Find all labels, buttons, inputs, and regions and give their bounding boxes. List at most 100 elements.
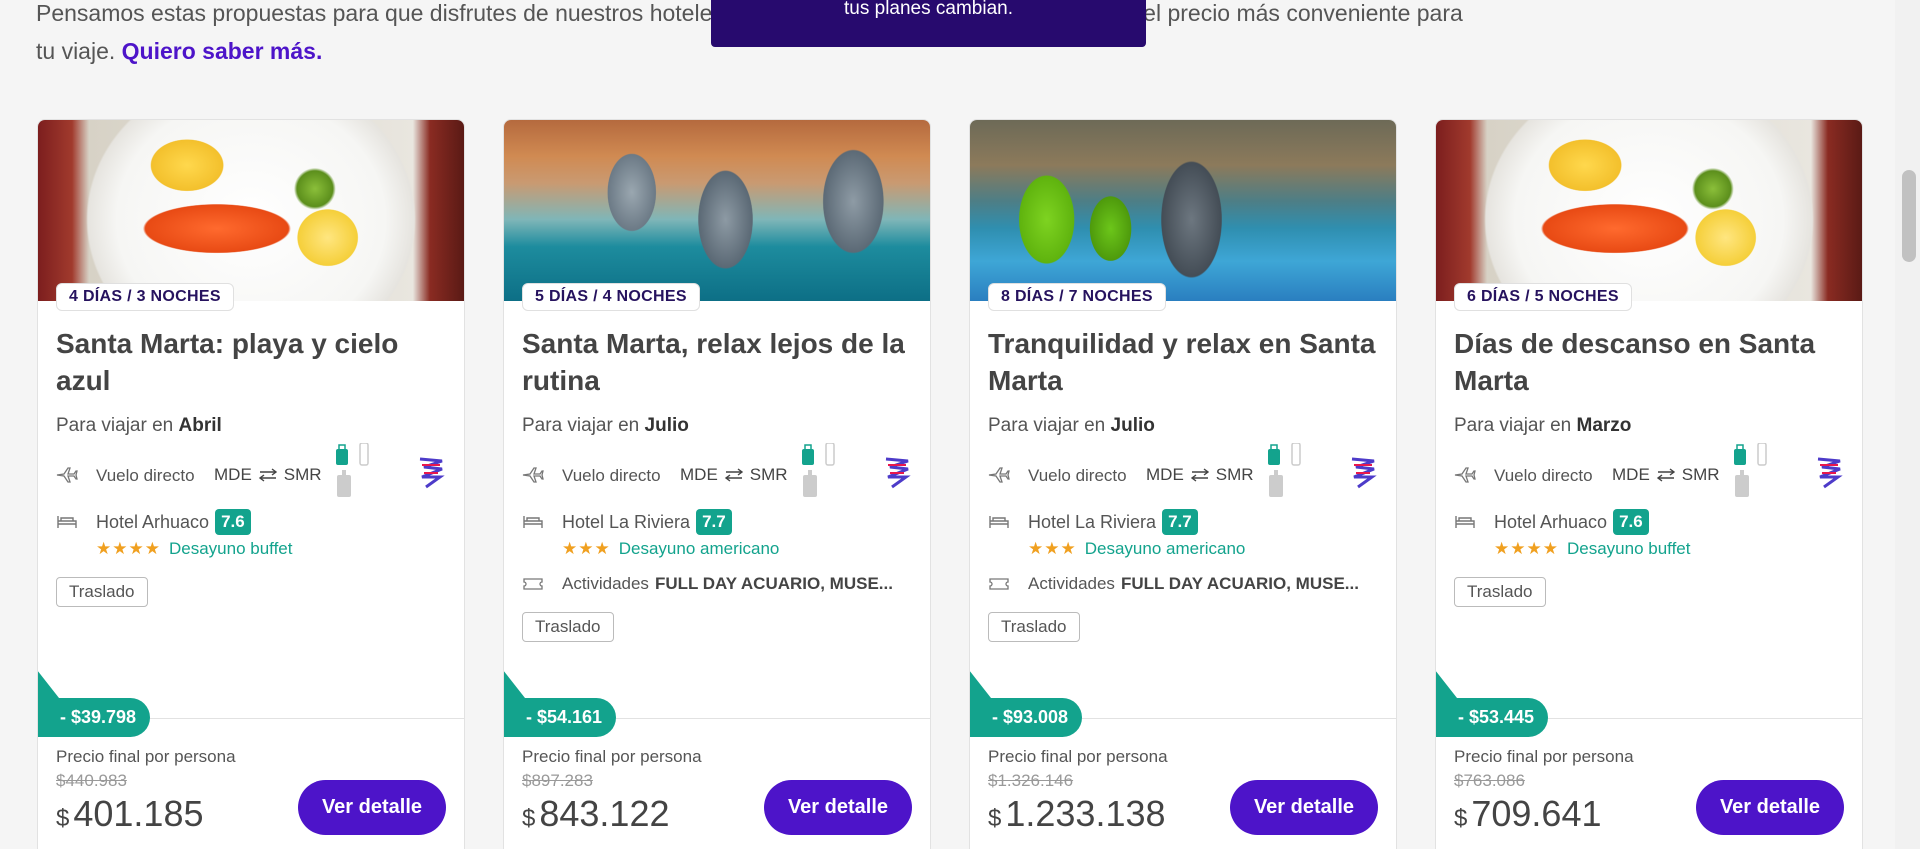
view-detail-button[interactable]: Ver detalle: [1229, 780, 1378, 835]
transfer-tag: Traslado: [1454, 577, 1546, 607]
view-detail-button[interactable]: Ver detalle: [1695, 780, 1844, 835]
price-section: - $39.798 Precio final por persona $440.…: [38, 670, 464, 835]
price-section: - $93.008 Precio final por persona $1.32…: [970, 670, 1396, 835]
travel-month: Para viajar en Abril: [56, 415, 222, 436]
airline-logo-icon: [882, 455, 912, 491]
transfer-tag: Traslado: [522, 612, 614, 642]
package-image: [970, 120, 1396, 301]
meal-plan: Desayuno americano: [618, 539, 780, 558]
price-label: Precio final por persona: [522, 747, 702, 766]
price-section: - $54.161 Precio final por persona $897.…: [504, 670, 930, 835]
view-detail-button[interactable]: Ver detalle: [297, 780, 446, 835]
luggage-icon: [1732, 443, 1772, 499]
package-title[interactable]: Tranquilidad y relax en Santa Marta: [988, 325, 1378, 399]
hotel-row: Hotel La Riviera 7.7: [522, 509, 912, 535]
package-card[interactable]: 5 DÍAS / 4 NOCHES Santa Marta, relax lej…: [503, 119, 931, 849]
hotel-name: Hotel Arhuaco: [96, 511, 210, 532]
hotel-name: Hotel Arhuaco: [1494, 511, 1608, 532]
star-rating: ★★★: [1028, 539, 1077, 558]
hotel-rating: 7.6: [215, 509, 251, 535]
activities-list: FULL DAY ACUARIO, MUSE...: [654, 574, 893, 593]
hotel-rating: 7.7: [696, 509, 732, 535]
meal-row: ★★★★ Desayuno buffet: [1494, 539, 1844, 559]
package-title[interactable]: Santa Marta, relax lejos de la rutina: [522, 325, 912, 399]
luggage-icon: [334, 443, 374, 499]
flight-type: Vuelo directo: [1494, 465, 1593, 485]
travel-month: Para viajar en Julio: [522, 415, 689, 436]
price-label: Precio final por persona: [1454, 747, 1634, 766]
hotel-row: Hotel Arhuaco 7.6: [56, 509, 446, 535]
airline-logo-icon: [1348, 455, 1378, 491]
activities-row: Actividades FULL DAY ACUARIO, MUSE...: [522, 574, 912, 594]
package-card[interactable]: 8 DÍAS / 7 NOCHES Tranquilidad y relax e…: [969, 119, 1397, 849]
round-trip-icon: [1190, 468, 1209, 482]
discount-badge: - $53.445: [1436, 670, 1549, 737]
hotel-rating: 7.7: [1162, 509, 1198, 535]
flight-route: MDE SMR: [1612, 465, 1720, 484]
luggage-icon: [800, 443, 840, 499]
ticket-icon: [988, 574, 1016, 594]
duration-badge: 6 DÍAS / 5 NOCHES: [1454, 283, 1632, 311]
package-card[interactable]: 4 DÍAS / 3 NOCHES Santa Marta: playa y c…: [37, 119, 465, 849]
package-cards: 4 DÍAS / 3 NOCHES Santa Marta: playa y c…: [37, 119, 1863, 849]
price-label: Precio final por persona: [988, 747, 1168, 766]
ticket-icon: [522, 574, 550, 594]
round-trip-icon: [724, 468, 743, 482]
duration-badge: 8 DÍAS / 7 NOCHES: [988, 283, 1166, 311]
travel-month: Para viajar en Marzo: [1454, 415, 1632, 436]
package-image: [38, 120, 464, 301]
learn-more-link[interactable]: Quiero saber más.: [122, 38, 323, 64]
discount-badge: - $39.798: [38, 670, 151, 737]
flight-route: MDE SMR: [1146, 465, 1254, 484]
flight-route: MDE SMR: [680, 465, 788, 484]
activities-label: Actividades: [562, 574, 649, 593]
meal-row: ★★★★ Desayuno buffet: [96, 539, 446, 559]
flight-row: Vuelo directo MDE SMR: [988, 443, 1378, 497]
hotel-row: Hotel Arhuaco 7.6: [1454, 509, 1844, 535]
scrollbar-thumb[interactable]: [1902, 170, 1916, 262]
flight-type: Vuelo directo: [1028, 465, 1127, 485]
package-title[interactable]: Santa Marta: playa y cielo azul: [56, 325, 446, 399]
discount-badge: - $93.008: [970, 670, 1083, 737]
flight-row: Vuelo directo MDE SMR: [522, 443, 912, 497]
round-trip-icon: [258, 468, 277, 482]
plane-icon: [56, 465, 84, 485]
bed-icon: [1454, 512, 1482, 532]
hotel-rating: 7.6: [1613, 509, 1649, 535]
flight-row: Vuelo directo MDE SMR: [56, 443, 446, 497]
flight-route: MDE SMR: [214, 465, 322, 484]
scrollbar[interactable]: [1895, 0, 1920, 849]
flight-type: Vuelo directo: [96, 465, 195, 485]
toast-text: tus planes cambian.: [844, 0, 1013, 19]
meal-row: ★★★ Desayuno americano: [1028, 539, 1378, 559]
package-image: [504, 120, 930, 301]
meal-plan: Desayuno buffet: [1566, 539, 1691, 558]
discount-badge: - $54.161: [504, 670, 617, 737]
toast-notification: tus planes cambian.: [711, 0, 1146, 47]
luggage-icon: [1266, 443, 1306, 499]
price-label: Precio final por persona: [56, 747, 236, 766]
bed-icon: [522, 512, 550, 532]
meal-plan: Desayuno americano: [1084, 539, 1246, 558]
plane-icon: [522, 465, 550, 485]
hotel-row: Hotel La Riviera 7.7: [988, 509, 1378, 535]
airline-logo-icon: [416, 455, 446, 491]
star-rating: ★★★: [562, 539, 611, 558]
bed-icon: [56, 512, 84, 532]
airline-logo-icon: [1814, 455, 1844, 491]
round-trip-icon: [1656, 468, 1675, 482]
package-card[interactable]: 6 DÍAS / 5 NOCHES Días de descanso en Sa…: [1435, 119, 1863, 849]
package-title[interactable]: Días de descanso en Santa Marta: [1454, 325, 1844, 399]
package-image: [1436, 120, 1862, 301]
travel-month: Para viajar en Julio: [988, 415, 1155, 436]
activities-list: FULL DAY ACUARIO, MUSE...: [1120, 574, 1359, 593]
view-detail-button[interactable]: Ver detalle: [763, 780, 912, 835]
star-rating: ★★★★: [1494, 539, 1559, 558]
star-rating: ★★★★: [96, 539, 161, 558]
hotel-name: Hotel La Riviera: [562, 511, 691, 532]
flight-row: Vuelo directo MDE SMR: [1454, 443, 1844, 497]
activities-row: Actividades FULL DAY ACUARIO, MUSE...: [988, 574, 1378, 594]
meal-row: ★★★ Desayuno americano: [562, 539, 912, 559]
plane-icon: [988, 465, 1016, 485]
transfer-tag: Traslado: [56, 577, 148, 607]
